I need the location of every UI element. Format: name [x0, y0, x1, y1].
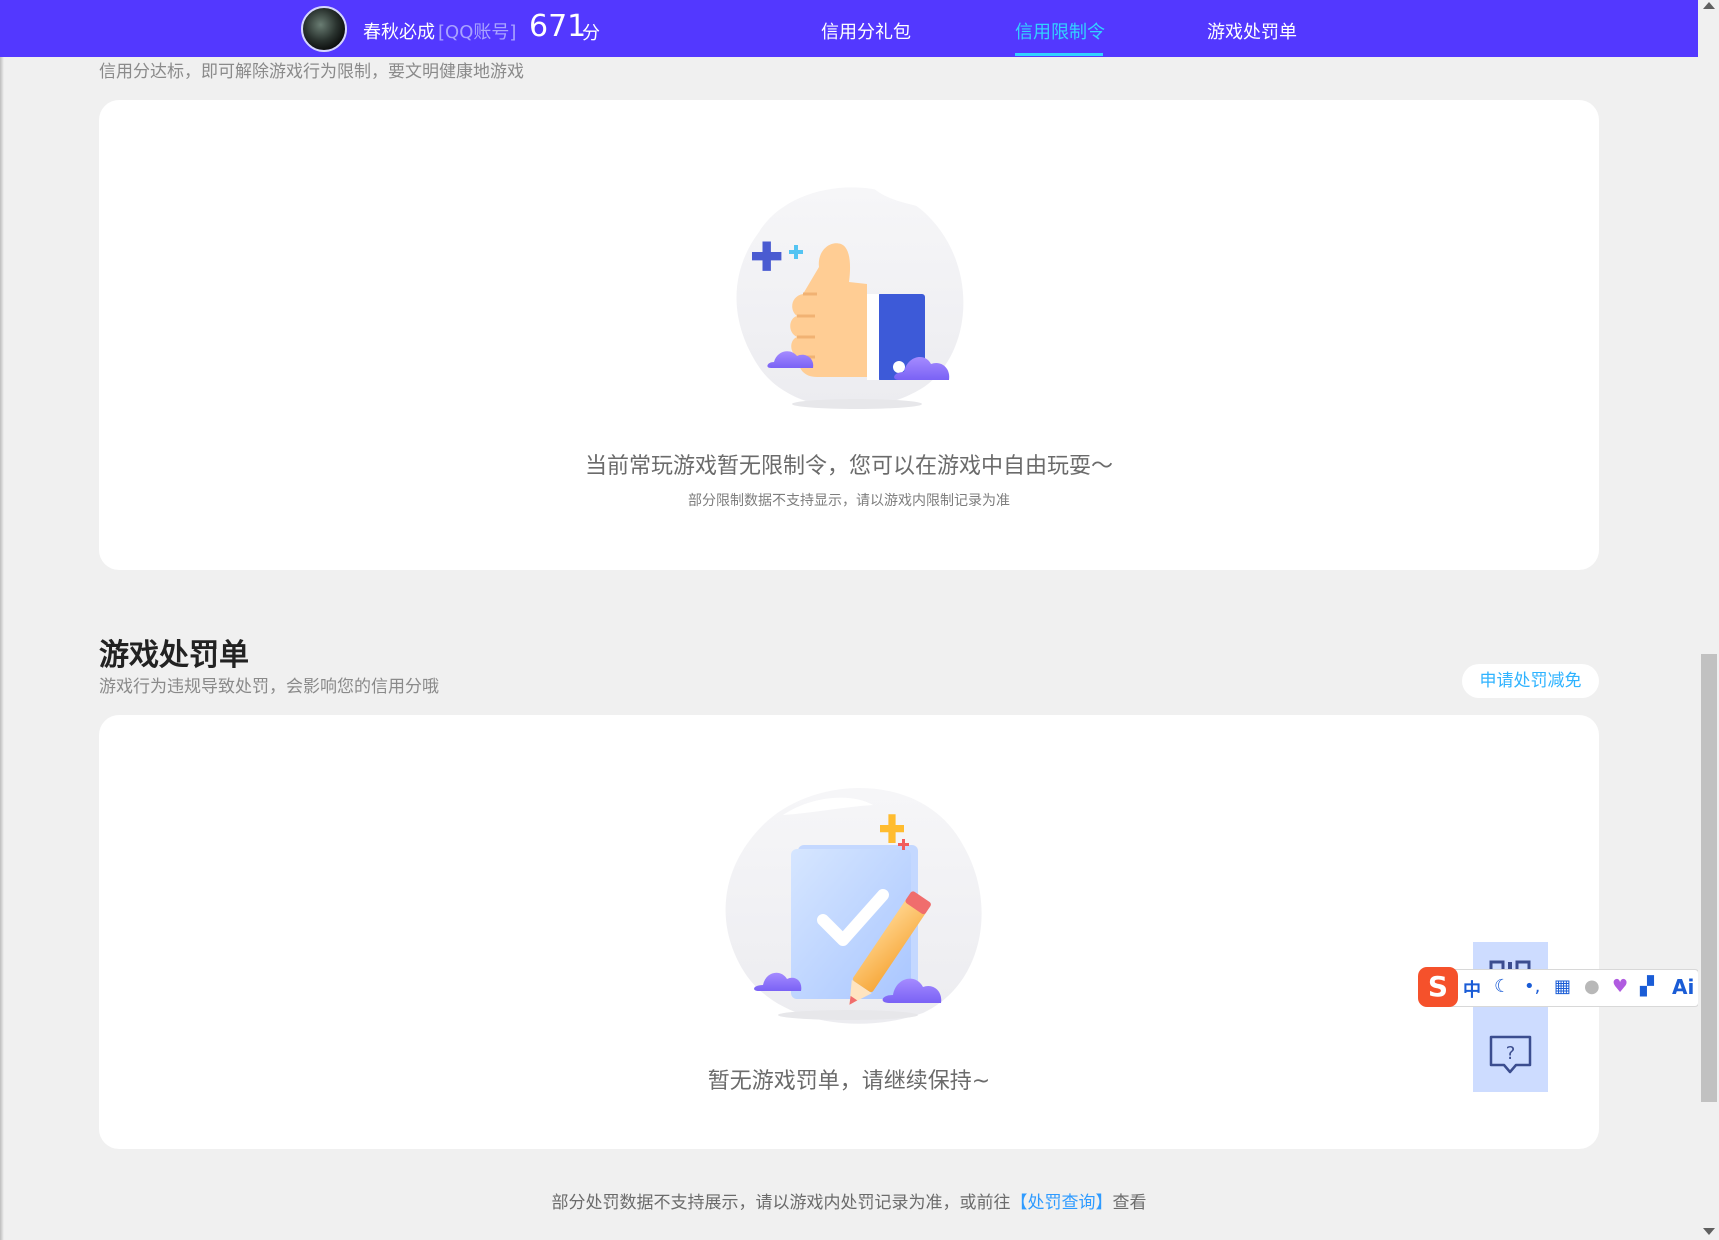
nav-game-penalty[interactable]: 游戏处罚单: [1207, 18, 1297, 44]
moon-icon[interactable]: ☾: [1494, 976, 1510, 997]
penalty-query-link[interactable]: 【处罚查询】: [1011, 1193, 1113, 1213]
penalty-section-title: 游戏处罚单: [99, 638, 249, 673]
toolbox-icon[interactable]: ▞: [1640, 976, 1654, 997]
credit-score: 671: [529, 9, 587, 44]
scrollbar-thumb[interactable]: [1701, 654, 1717, 1102]
restriction-card: 当前常玩游戏暂无限制令，您可以在游戏中自由玩耍～ 部分限制数据不支持显示，请以游…: [99, 100, 1599, 570]
checklist-pencil-icon: [725, 787, 982, 1024]
penalty-subtitle: 游戏行为违规导致处罚，会影响您的信用分哦: [99, 677, 439, 697]
scroll-up-icon[interactable]: [1703, 2, 1715, 9]
user-icon[interactable]: ●: [1584, 976, 1600, 997]
scroll-down-icon[interactable]: [1703, 1228, 1715, 1235]
restriction-empty-note: 部分限制数据不支持显示，请以游戏内限制记录为准: [688, 493, 1010, 509]
account-type: [QQ账号]: [438, 22, 517, 43]
avatar[interactable]: [301, 6, 347, 52]
thumbs-up-icon: [736, 182, 964, 409]
window-edge: [0, 0, 4, 1240]
ime-toolbar: S 中 ☾ •, ▦ ● ♥ ▞ Ai: [1418, 967, 1699, 1007]
footer-text-end: 查看: [1112, 1193, 1147, 1213]
skin-icon[interactable]: ♥: [1612, 976, 1628, 997]
active-tab-indicator: [1015, 53, 1103, 56]
nav-credit-gift-pack[interactable]: 信用分礼包: [821, 18, 911, 44]
help-feedback-button[interactable]: ?: [1473, 1017, 1548, 1092]
apply-penalty-reduction-button[interactable]: 申请处罚减免: [1462, 664, 1599, 698]
footer-text: 部分处罚数据不支持展示，请以游戏内处罚记录为准，或前往: [551, 1193, 1011, 1213]
penalty-card: 暂无游戏罚单，请继续保持~: [99, 715, 1599, 1149]
restriction-empty-message: 当前常玩游戏暂无限制令，您可以在游戏中自由玩耍～: [584, 454, 1113, 479]
ime-language-toggle[interactable]: 中: [1463, 976, 1481, 1002]
nav-credit-restriction[interactable]: 信用限制令: [1015, 18, 1105, 44]
keyboard-icon[interactable]: ▦: [1554, 976, 1571, 997]
restriction-subtitle: 信用分达标，即可解除游戏行为限制，要文明健康地游戏: [99, 62, 524, 82]
penalty-footer-note: 部分处罚数据不支持展示，请以游戏内处罚记录为准，或前往【处罚查询】查看: [0, 1188, 1698, 1213]
top-navigation-bar: 春秋必成 [QQ账号] 671 分 信用分礼包 信用限制令 游戏处罚单: [0, 0, 1698, 57]
punctuation-icon[interactable]: •,: [1524, 976, 1540, 997]
ime-ai-button[interactable]: Ai: [1672, 975, 1694, 999]
help-feedback-icon: ?: [1489, 1035, 1532, 1074]
sogou-ime-logo[interactable]: S: [1418, 967, 1458, 1007]
penalty-empty-message: 暂无游戏罚单，请继续保持~: [707, 1069, 991, 1094]
svg-text:?: ?: [1506, 1043, 1516, 1064]
username: 春秋必成: [363, 22, 435, 43]
score-unit: 分: [582, 23, 600, 44]
